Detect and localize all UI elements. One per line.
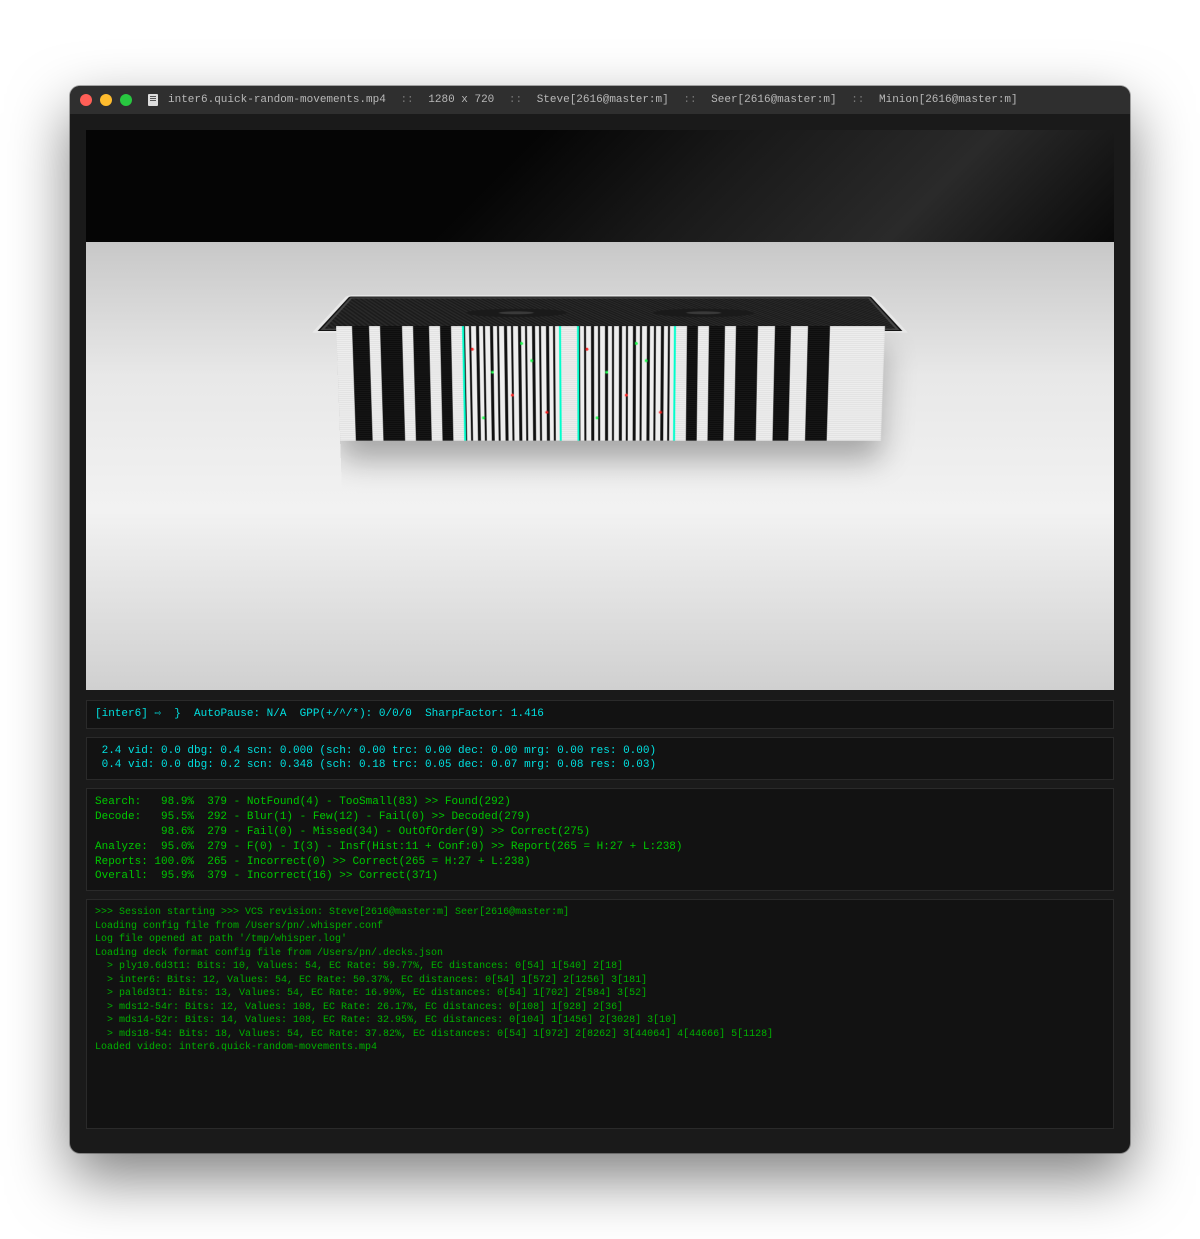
status-line: [inter6] ⇨ } AutoPause: N/A GPP(+/^/*): … (95, 708, 544, 720)
log-line: > ply10.6d3t1: Bits: 10, Values: 54, EC … (95, 961, 623, 972)
log-line: Loading deck format config file from /Us… (95, 948, 443, 959)
timing-panel: 2.4 vid: 0.0 dbg: 0.4 scn: 0.000 (sch: 0… (86, 737, 1114, 781)
title-proc1: Steve[2616@master:m] (537, 94, 669, 106)
status-line-panel: [inter6] ⇨ } AutoPause: N/A GPP(+/^/*): … (86, 700, 1114, 729)
stats-reports: Reports: 100.0% 265 - Incorrect(0) >> Co… (95, 856, 531, 868)
minimize-button[interactable] (100, 94, 112, 106)
title-proc2: Seer[2616@master:m] (711, 94, 836, 106)
timing-line-1: 2.4 vid: 0.0 dbg: 0.4 scn: 0.000 (sch: 0… (95, 745, 656, 757)
log-line: > mds14-52r: Bits: 14, Values: 108, EC R… (95, 1015, 677, 1026)
log-line: Loaded video: inter6.quick-random-moveme… (95, 1042, 377, 1053)
title-dimensions: 1280 x 720 (428, 94, 494, 106)
barcode-region-left (462, 326, 561, 441)
video-background-dark (86, 130, 1114, 242)
timing-line-2: 0.4 vid: 0.0 dbg: 0.2 scn: 0.348 (sch: 0… (95, 759, 656, 771)
title-filename: inter6.quick-random-movements.mp4 (168, 94, 386, 106)
title-sep: :: (509, 94, 522, 106)
stats-decode: Decode: 95.5% 292 - Blur(1) - Few(12) - … (95, 811, 531, 823)
log-line: >>> Session starting >>> VCS revision: S… (95, 907, 569, 918)
close-button[interactable] (80, 94, 92, 106)
log-line: > pal6d3t1: Bits: 13, Values: 54, EC Rat… (95, 988, 647, 999)
log-line: Loading config file from /Users/pn/.whis… (95, 921, 383, 932)
stats-analyze: Analyze: 95.0% 279 - F(0) - I(3) - Insf(… (95, 841, 683, 853)
stats-decode2: 98.6% 279 - Fail(0) - Missed(34) - OutOf… (95, 826, 590, 838)
log-line: > mds12-54r: Bits: 12, Values: 108, EC R… (95, 1002, 623, 1013)
zoom-button[interactable] (120, 94, 132, 106)
video-frame (86, 130, 1114, 690)
log-panel: >>> Session starting >>> VCS revision: S… (86, 899, 1114, 1129)
deck-edge-pattern (336, 326, 885, 441)
stats-overall: Overall: 95.9% 379 - Incorrect(16) >> Co… (95, 870, 438, 882)
window-controls (80, 94, 132, 106)
file-icon (146, 93, 160, 107)
log-line: > mds18-54: Bits: 18, Values: 54, EC Rat… (95, 1029, 773, 1040)
window-title: inter6.quick-random-movements.mp4 :: 128… (168, 94, 1018, 106)
log-line: > inter6: Bits: 12, Values: 54, EC Rate:… (95, 975, 647, 986)
title-proc3: Minion[2616@master:m] (879, 94, 1018, 106)
app-window: inter6.quick-random-movements.mp4 :: 128… (70, 86, 1130, 1154)
stats-panel: Search: 98.9% 379 - NotFound(4) - TooSma… (86, 788, 1114, 891)
title-sep: :: (683, 94, 696, 106)
title-sep: :: (851, 94, 864, 106)
stats-search: Search: 98.9% 379 - NotFound(4) - TooSma… (95, 796, 511, 808)
barcode-region-right (577, 326, 676, 441)
title-sep: :: (400, 94, 413, 106)
deck-edge (336, 326, 885, 441)
log-line: Log file opened at path '/tmp/whisper.lo… (95, 934, 347, 945)
titlebar: inter6.quick-random-movements.mp4 :: 128… (70, 86, 1130, 114)
content-area: [inter6] ⇨ } AutoPause: N/A GPP(+/^/*): … (70, 114, 1130, 1154)
card-deck (312, 242, 908, 444)
deck-top-face (312, 295, 908, 333)
